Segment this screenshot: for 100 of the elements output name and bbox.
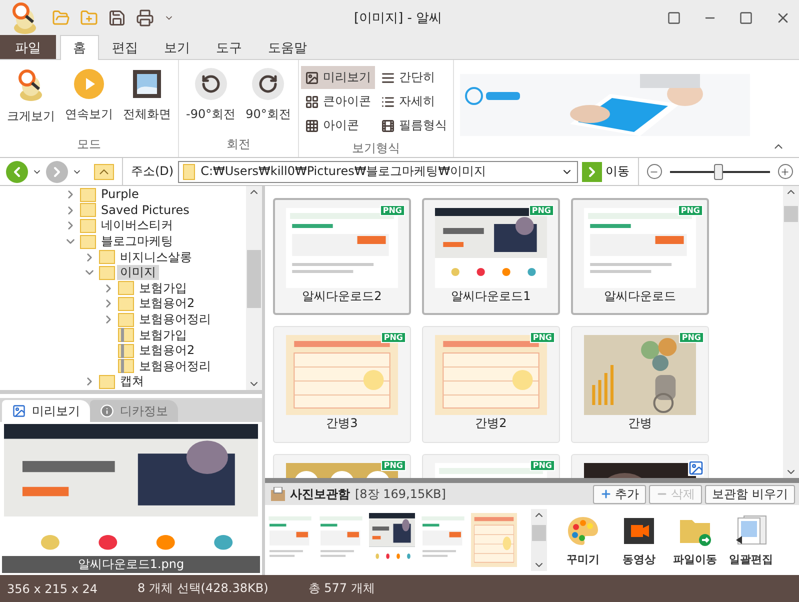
ribbon-button[interactable]: 크게보기: [2, 64, 60, 133]
thumbnail-label: 알씨다운로드2: [302, 288, 382, 305]
view-mode-button[interactable]: 자세히: [376, 90, 451, 113]
file-menu-tab[interactable]: 파일: [0, 35, 56, 59]
thumbnail-card[interactable]: PNG 간병2: [422, 326, 560, 443]
ribbon-tab[interactable]: 보기: [151, 35, 203, 59]
file-type-badge: PNG: [678, 205, 703, 216]
image-file-icon: [688, 460, 704, 476]
scrollbar[interactable]: [246, 186, 262, 390]
folder-tree-item[interactable]: 보험용어정리: [136, 312, 214, 328]
group-label: 모드: [76, 136, 102, 153]
address-field[interactable]: C:₩Users₩kill0₩Pictures₩블로그마케팅₩이미지: [178, 160, 578, 182]
ribbon-tab[interactable]: 홈: [60, 35, 99, 60]
ribbon-button[interactable]: 전체화면: [118, 64, 176, 133]
folder-tree-item[interactable]: 이미지: [117, 265, 159, 280]
folder-icon: [118, 312, 134, 327]
file-type-badge: PNG: [380, 205, 405, 216]
folder-tree-item[interactable]: 보험가입: [136, 328, 190, 343]
folder-tree-item[interactable]: 보험용어2: [136, 296, 198, 312]
folder-tree-item[interactable]: Purple: [98, 187, 142, 202]
folder-icon: [80, 234, 96, 249]
thumbnail-label: 간병3: [326, 415, 358, 432]
fullscreen-icon: [131, 68, 163, 100]
go-button[interactable]: 이동: [582, 162, 630, 182]
status-text: 356 x 215 x 24: [7, 582, 98, 596]
folder-tree-item[interactable]: 네이버스티커: [98, 218, 176, 234]
thumbnail-label: 간병: [628, 415, 652, 432]
view-mode-button[interactable]: 아이콘: [300, 114, 375, 137]
thumbnail-label: 알씨다운로드1: [451, 288, 531, 305]
save-icon[interactable]: [108, 9, 126, 27]
view-mode-button[interactable]: 큰아이콘: [300, 90, 375, 113]
address-label: 주소(D): [131, 163, 174, 180]
file-type-badge: PNG: [380, 332, 406, 343]
thumbnail-card[interactable]: PNG 간병: [571, 326, 709, 443]
image-caption: 알씨다운로드1.png: [2, 556, 260, 573]
thumbnail-card[interactable]: PNG 알씨다운로드1: [422, 198, 560, 315]
tool-button[interactable]: 파일이동: [667, 514, 723, 566]
ribbon-tab[interactable]: 편집: [99, 35, 151, 59]
folder-icon: [80, 188, 96, 202]
image-stack-icon: [734, 514, 768, 548]
scrollbar[interactable]: [783, 186, 799, 478]
group-label: 보기형식: [350, 140, 401, 157]
ribbon-tab[interactable]: 도구: [203, 35, 255, 59]
print-icon[interactable]: [136, 9, 154, 27]
zoom-in-icon[interactable]: [778, 164, 793, 179]
ribbon-button[interactable]: -90°회전: [181, 64, 241, 133]
parent-folder-icon[interactable]: [94, 164, 114, 180]
group-label: 회전: [225, 136, 252, 153]
view-mode-button[interactable]: 필름형식: [376, 114, 451, 137]
plus-icon: [600, 488, 612, 500]
folder-tree-item[interactable]: 블로그마케팅: [98, 234, 176, 250]
folder-icon: [99, 374, 115, 389]
thumbnail-card[interactable]: PNG 알씨다운로드2: [273, 198, 411, 315]
photo-count: [8장 169,15KB]: [355, 486, 446, 502]
file-type-badge: PNG: [678, 332, 704, 343]
panel-button[interactable]: 추가: [593, 484, 646, 504]
small-grid-icon: [304, 118, 319, 132]
folder-tree-item[interactable]: Saved Pictures: [98, 202, 192, 218]
status-text: 8 개체 선택(428.38KB): [138, 580, 268, 597]
view-mode-button[interactable]: 간단히: [376, 66, 451, 89]
tool-button[interactable]: 일괄편집: [723, 514, 779, 566]
scrollbar-thumb[interactable]: [247, 250, 261, 308]
tool-button[interactable]: 동영상: [611, 514, 667, 566]
folder-icon: [99, 266, 115, 280]
ribbon-tab[interactable]: 도움말: [255, 35, 320, 59]
folder-icon: [118, 281, 134, 296]
scrollbar-thumb[interactable]: [532, 525, 546, 541]
scrollbar[interactable]: [531, 509, 547, 571]
slider-thumb[interactable]: [714, 164, 723, 180]
tool-button[interactable]: 꾸미기: [555, 514, 611, 566]
folder-tree-item[interactable]: 보험용어정리: [136, 358, 214, 374]
scrollbar-thumb[interactable]: [784, 206, 798, 222]
grid-icon: [304, 94, 319, 108]
ribbon-button[interactable]: 연속보기: [60, 64, 118, 133]
file-type-badge: PNG: [530, 460, 555, 471]
details-list-icon: [380, 94, 395, 108]
panel-title: 사진보관함: [290, 486, 350, 502]
view-mode-button[interactable]: 미리보기: [300, 66, 375, 89]
folder-icon: [80, 218, 96, 233]
file-type-badge: PNG: [380, 460, 406, 471]
folder-tree-item[interactable]: 캡쳐: [117, 374, 147, 390]
zoom-out-icon[interactable]: [646, 164, 662, 179]
panel-tab[interactable]: 미리보기: [2, 400, 90, 422]
window-title: [이미지] - 알씨: [354, 10, 442, 27]
folder-tree-item[interactable]: 비지니스살롱: [117, 250, 195, 265]
pin-window-icon[interactable]: [667, 11, 681, 25]
thumbnail-card[interactable]: PNG 알씨다운로드: [571, 198, 709, 315]
folder-icon: [182, 164, 195, 180]
play-icon: [73, 68, 105, 100]
maximize-icon[interactable]: [739, 11, 753, 25]
ribbon-button[interactable]: 90°회전: [240, 64, 296, 133]
status-text: 총 577 개체: [308, 580, 375, 597]
folder-tree-item[interactable]: 보험용어2: [136, 343, 198, 358]
folder-tree-item[interactable]: 보험가입: [136, 280, 190, 296]
file-type-badge: PNG: [528, 205, 554, 216]
box-icon: [271, 487, 285, 501]
file-type-badge: PNG: [530, 332, 555, 343]
panel-button[interactable]: 보관함 비우기: [705, 484, 795, 504]
rotate-right-icon: [252, 68, 284, 100]
thumbnail-card[interactable]: PNG 간병3: [273, 326, 411, 443]
